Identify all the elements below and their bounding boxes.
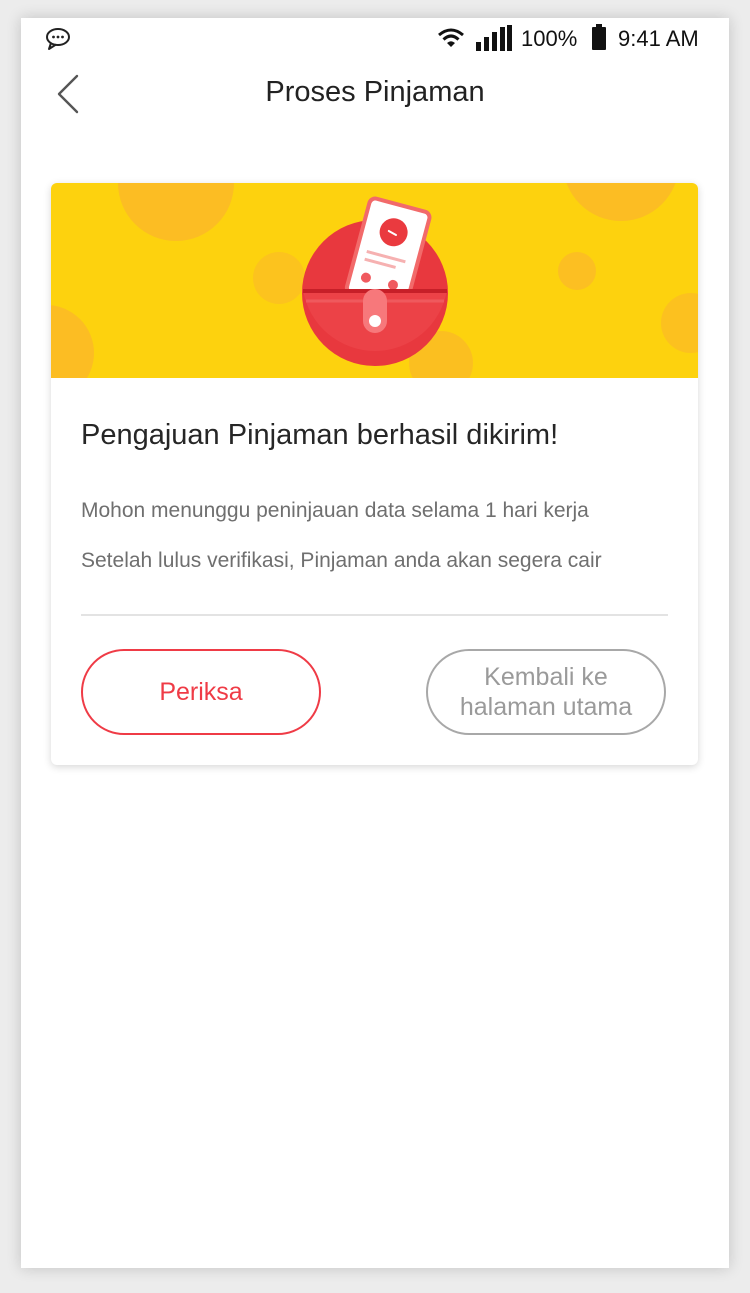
divider xyxy=(81,614,668,616)
chat-bubble-icon xyxy=(46,28,70,50)
check-button[interactable]: Periksa xyxy=(81,649,321,735)
success-banner-illustration xyxy=(51,183,698,378)
signal-icon xyxy=(476,25,512,51)
back-to-home-button[interactable]: Kembali ke halaman utama xyxy=(426,649,666,735)
page-title: Proses Pinjaman xyxy=(265,76,485,108)
check-button-label: Periksa xyxy=(159,677,243,706)
wifi-icon xyxy=(438,28,464,47)
battery-icon xyxy=(592,24,606,50)
loan-status-card: Pengajuan Pinjaman berhasil dikirim! Moh… xyxy=(51,183,698,765)
battery-percentage: 100% xyxy=(521,26,578,51)
success-heading: Pengajuan Pinjaman berhasil dikirim! xyxy=(81,419,559,451)
clock: 9:41 AM xyxy=(618,26,699,51)
review-notice-text: Mohon menunggu peninjauan data selama 1 … xyxy=(81,499,589,522)
phone-screen: 100% 9:41 AM Proses Pinjaman Pengajuan P… xyxy=(21,18,729,1268)
disbursement-notice-text: Setelah lulus verifikasi, Pinjaman anda … xyxy=(81,549,602,572)
status-bar: 100% 9:41 AM xyxy=(21,18,729,62)
back-to-home-label: Kembali ke halaman utama xyxy=(459,663,633,721)
